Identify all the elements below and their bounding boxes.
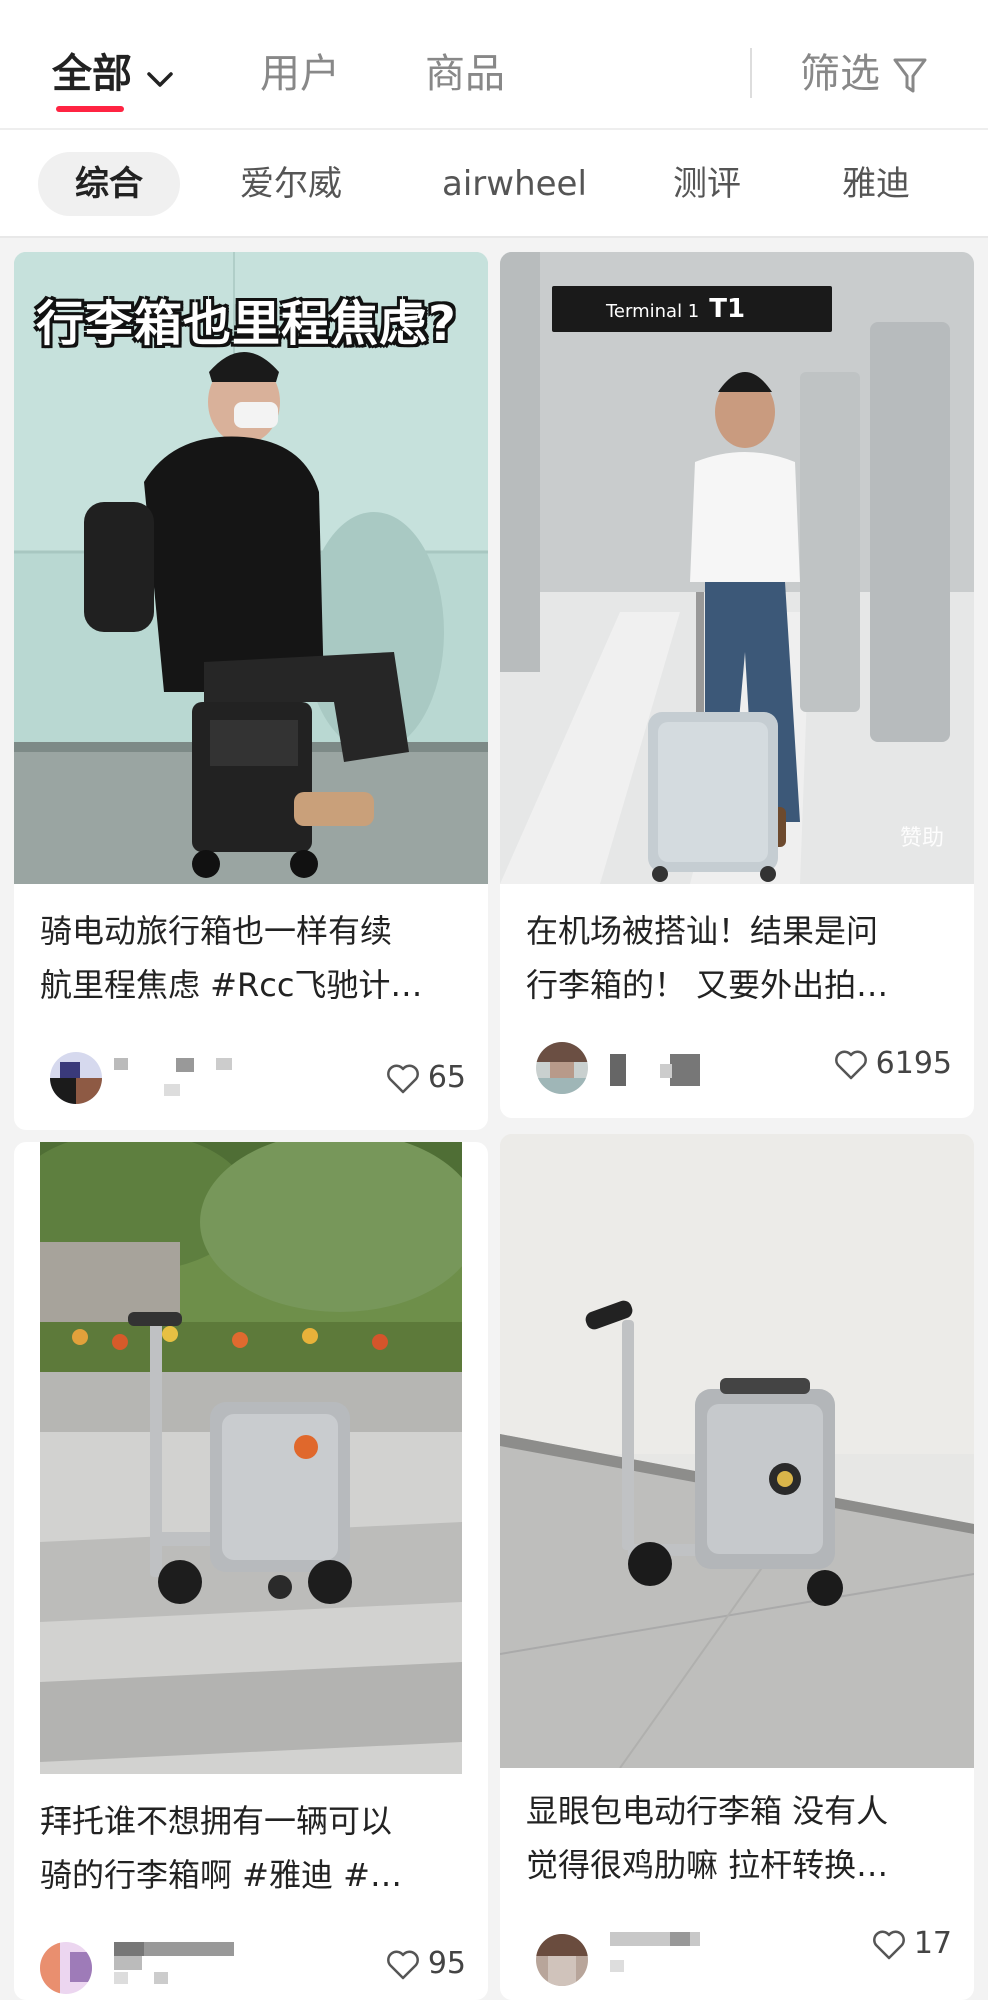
note-title-line: 骑电动旅行箱也一样有续 — [40, 912, 393, 950]
terminal-sign: Terminal 1 T1 — [552, 286, 832, 332]
note-title: 骑电动旅行箱也一样有续 航里程焦虑 #Rcc飞驰计… — [40, 904, 466, 1012]
tab-divider — [750, 48, 752, 98]
author-name[interactable] — [610, 1930, 730, 1974]
note-cover-image: 行李箱也里程焦虑? — [14, 252, 488, 884]
note-cover-image: Terminal 1 T1 赞助 — [500, 252, 974, 884]
terminal-sign-code: T1 — [709, 294, 746, 324]
heart-icon — [386, 1064, 419, 1093]
heart-icon — [872, 1930, 905, 1959]
cover-caption: 行李箱也里程焦虑? — [36, 296, 457, 352]
note-card[interactable]: 行李箱也里程焦虑? 骑电动旅行箱也一样有续 航里程焦虑 #Rcc飞驰计… 65 — [14, 252, 488, 1130]
note-card[interactable]: 拜托谁不想拥有一辆可以 骑的行李箱啊 #雅迪 #… 95 — [14, 1142, 488, 2000]
tab-all-label: 全部 — [52, 51, 132, 97]
like-count[interactable]: 6195 — [834, 1044, 952, 1084]
author-name[interactable] — [114, 1942, 234, 1986]
active-tab-indicator — [56, 106, 124, 112]
note-title-line: 行李箱的！ 又要外出拍… — [526, 966, 889, 1004]
chip-comprehensive[interactable]: 综合 — [38, 152, 180, 216]
note-title: 显眼包电动行李箱 没有人 觉得很鸡肋嘛 拉杆转换… — [526, 1784, 952, 1892]
heart-icon — [834, 1050, 867, 1079]
like-count-value: 6195 — [875, 1046, 952, 1081]
filter-label: 筛选 — [800, 51, 880, 97]
note-title-line: 在机场被搭讪！结果是问 — [526, 912, 879, 950]
filter-icon — [893, 58, 927, 93]
tab-all[interactable]: 全部 — [52, 48, 174, 102]
note-title-line: 显眼包电动行李箱 没有人 — [526, 1792, 889, 1830]
note-title: 在机场被搭讪！结果是问 行李箱的！ 又要外出拍… — [526, 904, 952, 1012]
heart-icon — [386, 1950, 419, 1979]
author-avatar[interactable] — [536, 1042, 588, 1094]
chip-review[interactable]: 测评 — [673, 152, 741, 216]
note-title-line: 觉得很鸡肋嘛 拉杆转换… — [526, 1846, 889, 1884]
chip-yadea[interactable]: 雅迪 — [842, 152, 910, 216]
like-count-value: 17 — [913, 1926, 952, 1961]
note-card[interactable]: Terminal 1 T1 赞助 在机场被搭讪！结果是问 行李箱的！ 又要外出拍…… — [500, 252, 974, 1118]
tab-goods[interactable]: 商品 — [425, 48, 505, 100]
note-title-line: 拜托谁不想拥有一辆可以 — [40, 1802, 393, 1840]
like-count[interactable]: 65 — [386, 1058, 466, 1098]
keyword-chips-bar: 综合 爱尔威 airwheel 测评 雅迪 — [0, 130, 988, 238]
terminal-sign-text: Terminal 1 — [606, 301, 700, 322]
note-title-line: 骑的行李箱啊 #雅迪 #… — [40, 1856, 402, 1894]
note-title: 拜托谁不想拥有一辆可以 骑的行李箱啊 #雅迪 #… — [40, 1794, 466, 1902]
chip-airwheel-cn[interactable]: 爱尔威 — [240, 152, 342, 216]
author-avatar[interactable] — [40, 1942, 92, 1994]
note-card[interactable]: 显眼包电动行李箱 没有人 觉得很鸡肋嘛 拉杆转换… 17 — [500, 1134, 974, 2000]
like-count-value: 95 — [427, 1946, 466, 1981]
chip-airwheel[interactable]: airwheel — [442, 152, 587, 216]
top-tab-bar: 全部 用户 商品 筛选 — [0, 0, 988, 130]
author-avatar[interactable] — [50, 1052, 102, 1104]
author-name[interactable] — [114, 1054, 264, 1098]
filter-button[interactable]: 筛选 — [800, 48, 928, 100]
like-count-value: 65 — [427, 1060, 466, 1095]
note-cover-image — [500, 1134, 974, 1768]
author-avatar[interactable] — [536, 1934, 588, 1986]
like-count[interactable]: 17 — [872, 1924, 952, 1964]
chevron-down-icon — [146, 50, 174, 102]
sponsored-label: 赞助 — [899, 826, 944, 851]
author-name[interactable] — [610, 1052, 710, 1096]
note-cover-image — [40, 1142, 462, 1774]
like-count[interactable]: 95 — [386, 1944, 466, 1984]
note-title-line: 航里程焦虑 #Rcc飞驰计… — [40, 966, 423, 1004]
tab-users[interactable]: 用户 — [260, 48, 340, 100]
